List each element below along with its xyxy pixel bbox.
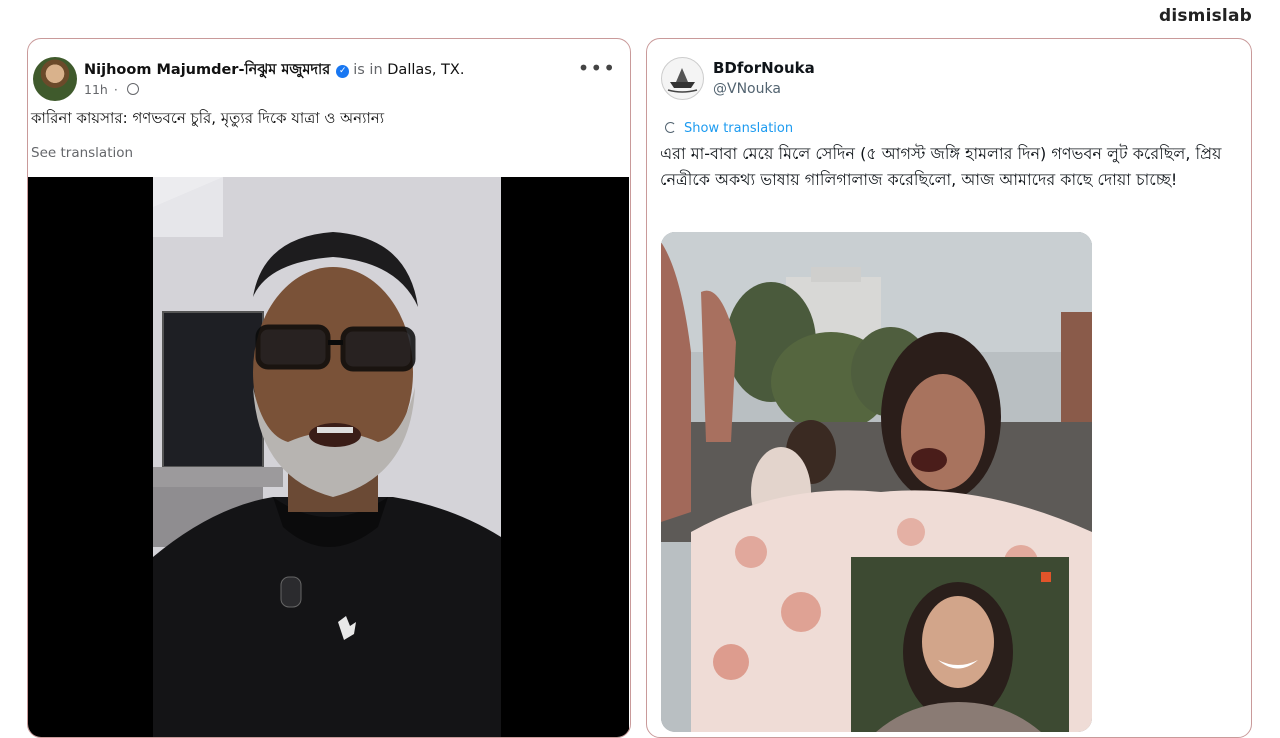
user-handle[interactable]: @VNouka xyxy=(713,81,781,97)
post-text: এরা মা-বাবা মেয়ে মিলে সেদিন (৫ আগস্ট জঙ… xyxy=(660,144,1222,189)
post-time[interactable]: 11h xyxy=(84,82,108,97)
post-timestamp-row: 11h · xyxy=(84,82,139,97)
is-in-label: is in xyxy=(353,62,383,78)
post-header: Nijhoom Majumder-নিঝুম মজুমদার ✓ is in Dal… xyxy=(84,59,464,83)
verified-badge-icon: ✓ xyxy=(336,65,350,78)
boat-logo-icon xyxy=(667,68,698,93)
post-image-still xyxy=(661,232,1092,732)
post-image[interactable] xyxy=(661,232,1092,732)
avatar[interactable] xyxy=(33,57,77,101)
video-still-image xyxy=(153,177,501,737)
x-post-card: BDforNouka @VNouka Show translation এরা … xyxy=(646,38,1252,738)
display-name[interactable]: BDforNouka xyxy=(713,59,815,77)
more-options-button[interactable]: ••• xyxy=(578,58,616,78)
show-translation-label: Show translation xyxy=(684,121,794,136)
show-translation-link[interactable]: Show translation xyxy=(665,121,793,136)
post-text: কারিনা কায়সার: গণভবনে চুরি, মৃত্যুর দিক… xyxy=(31,109,385,127)
translate-icon xyxy=(665,122,676,133)
avatar[interactable] xyxy=(661,57,704,100)
globe-icon xyxy=(126,83,139,95)
location-link[interactable]: Dallas, TX. xyxy=(387,62,464,78)
author-name[interactable]: Nijhoom Majumder-নিঝুম মজুমদার xyxy=(84,62,330,78)
post-video[interactable] xyxy=(28,177,629,737)
see-translation-link[interactable]: See translation xyxy=(31,145,133,161)
brand-logo: dismislab xyxy=(1158,6,1252,26)
more-horizontal-icon: ••• xyxy=(577,56,616,80)
facebook-post-card: Nijhoom Majumder-নিঝুম মজুমদার ✓ is in Dal… xyxy=(27,38,631,738)
video-frame xyxy=(153,177,501,737)
